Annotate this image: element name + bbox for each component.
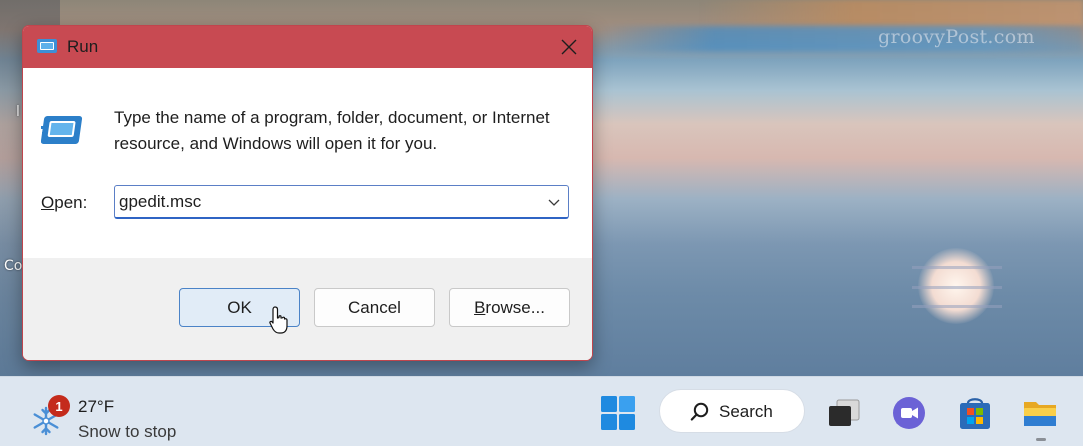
run-dialog: Run Type the name of a program, folder, … [22, 25, 593, 361]
teams-chat-icon[interactable] [889, 393, 929, 433]
running-indicator [1036, 438, 1046, 441]
open-input[interactable] [119, 189, 529, 215]
weather-widget[interactable]: 1 27°F Snow to stop [28, 387, 228, 441]
desktop-icon-label-fragment[interactable]: l [16, 104, 20, 120]
start-icon[interactable] [598, 393, 638, 433]
close-button[interactable] [546, 26, 592, 68]
run-icon [37, 39, 57, 53]
notification-badge: 1 [48, 395, 70, 417]
taskbar-search-box[interactable]: Search [659, 389, 805, 433]
task-view-icon[interactable] [824, 393, 864, 433]
open-label-accelerator: O [41, 193, 55, 212]
run-program-icon [41, 116, 83, 144]
wallpaper-ripple [912, 286, 1002, 289]
cancel-button[interactable]: Cancel [314, 288, 435, 327]
desktop-icon-label-fragment[interactable]: Co [4, 258, 22, 274]
weather-condition: Snow to stop [78, 422, 177, 441]
microsoft-store-icon[interactable] [955, 393, 995, 433]
search-label: Search [719, 402, 773, 421]
weather-temperature: 27°F [78, 397, 115, 416]
browse-accelerator: B [474, 297, 486, 317]
wallpaper-ripple [912, 305, 1002, 308]
mouse-cursor-icon [269, 306, 288, 334]
open-combobox[interactable] [114, 185, 569, 219]
dialog-footer: OK Cancel Browse... [23, 258, 592, 360]
open-label: Open: [41, 193, 87, 213]
search-icon [690, 402, 709, 421]
wallpaper-reeds [700, 0, 1083, 26]
wallpaper-ripple [912, 266, 1002, 269]
browse-label: rowse... [485, 297, 545, 317]
browse-button[interactable]: Browse... [449, 288, 570, 327]
close-icon [561, 39, 577, 55]
title-bar[interactable]: Run [23, 26, 592, 68]
dialog-body: Type the name of a program, folder, docu… [23, 68, 592, 258]
dialog-title: Run [67, 37, 99, 56]
file-explorer-icon[interactable] [1020, 393, 1060, 433]
open-label-text: pen: [54, 193, 88, 212]
dialog-description: Type the name of a program, folder, docu… [114, 108, 550, 153]
watermark: groovyPost.com [878, 26, 1035, 48]
chevron-down-icon[interactable] [546, 194, 562, 210]
taskbar: 1 27°F Snow to stop Search [0, 376, 1083, 446]
